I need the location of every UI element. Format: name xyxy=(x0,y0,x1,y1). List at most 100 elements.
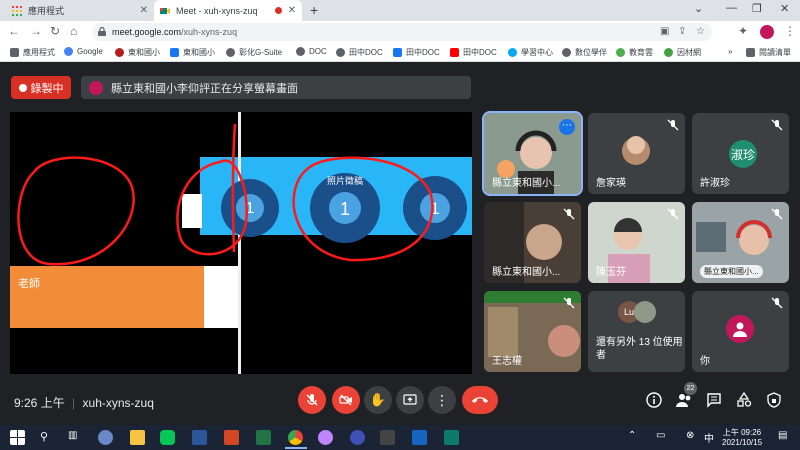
camera-icon[interactable]: ▣ xyxy=(660,26,669,37)
participant-tile[interactable]: 王志權 xyxy=(484,291,581,372)
participant-tile[interactable]: 縣立東和國小... xyxy=(484,202,581,283)
youtube-icon xyxy=(450,48,459,57)
bookmark-label: 田中DOC xyxy=(349,48,383,57)
participant-tile[interactable]: ⋯ 縣立東和國小... xyxy=(482,111,583,196)
participant-tile[interactable]: 縣立東和國小... xyxy=(692,202,789,283)
bookmark-item[interactable]: 東和國小 xyxy=(115,47,160,58)
apps-grid-icon xyxy=(12,5,22,16)
bookmark-item[interactable]: 教育雲 xyxy=(616,47,653,58)
excel-icon[interactable] xyxy=(256,430,271,445)
system-clock[interactable]: 上午 09:26 2021/10/15 xyxy=(722,428,762,448)
tab-meet[interactable]: Meet - xuh-xyns-zuq ✕ xyxy=(154,0,302,21)
bookmark-label: 東和國小 xyxy=(128,48,160,57)
participant-name: 許淑珍 xyxy=(700,178,730,189)
circle-number: 1 xyxy=(340,199,350,219)
bookmark-item[interactable]: 東和國小 xyxy=(170,47,215,58)
new-tab-button[interactable]: + xyxy=(310,2,318,18)
mic-off-icon xyxy=(667,208,679,220)
record-icon xyxy=(18,83,27,92)
toolbar: ← → ↻ ⌂ meet.google.com/xuh-xyns-zuq ▣ ⇪… xyxy=(0,21,800,43)
minimize-button[interactable]: — xyxy=(726,2,737,14)
mic-off-icon xyxy=(771,119,783,131)
bookmark-item[interactable]: DOC xyxy=(296,47,327,56)
bookmark-item[interactable]: 田中DOC xyxy=(336,47,383,58)
volume-icon[interactable]: ⊗ xyxy=(686,430,701,445)
search-icon[interactable]: ⚲ xyxy=(40,430,55,445)
notifications-icon[interactable]: ▤ xyxy=(778,430,793,445)
bookmark-item[interactable]: 數位學伴 xyxy=(562,47,607,58)
close-icon[interactable]: ✕ xyxy=(140,5,148,16)
self-tile[interactable]: 你 xyxy=(692,291,789,372)
recording-button[interactable]: 錄製中 xyxy=(11,76,71,99)
more-bookmarks-button[interactable]: » xyxy=(728,47,732,56)
bookmark-item[interactable]: 彰化G-Suite xyxy=(226,47,282,58)
leave-call-button[interactable] xyxy=(462,386,498,414)
participant-name: 縣立東和國小... xyxy=(700,265,763,278)
app-icon[interactable] xyxy=(318,430,333,445)
participant-tile[interactable]: 陳玉芬 xyxy=(588,202,685,283)
reading-list-icon xyxy=(746,48,755,57)
mic-off-icon xyxy=(563,208,575,220)
app-icon[interactable] xyxy=(412,430,427,445)
chevron-up-icon[interactable]: ⌃ xyxy=(628,430,643,445)
activities-icon[interactable] xyxy=(736,392,752,408)
powerpoint-icon[interactable] xyxy=(224,430,239,445)
windows-start-icon[interactable] xyxy=(10,430,25,445)
participant-name: 縣立東和國小... xyxy=(492,267,561,278)
info-icon[interactable] xyxy=(646,392,662,408)
present-button[interactable] xyxy=(396,386,424,414)
back-button[interactable]: ← xyxy=(8,24,20,38)
tab-apps[interactable]: 應用程式 ✕ xyxy=(6,0,154,21)
participant-tile[interactable]: 淑珍 許淑珍 xyxy=(692,113,789,194)
white-block xyxy=(204,266,238,328)
bookmark-item[interactable]: 田中DOC xyxy=(450,47,497,58)
bookmark-item[interactable]: 田中DOC xyxy=(393,47,440,58)
more-participants-tile[interactable]: Lu 還有另外 13 位使用者 xyxy=(588,291,685,372)
tab-label: Meet - xuh-xyns-zuq xyxy=(176,5,258,16)
app-icon[interactable] xyxy=(444,430,459,445)
close-icon[interactable]: ✕ xyxy=(288,5,296,16)
star-icon[interactable]: ☆ xyxy=(696,26,705,37)
url-host: meet.google.com xyxy=(112,27,182,37)
reading-list-button[interactable]: 閱讀清單 xyxy=(746,47,791,58)
tab-search-icon[interactable]: ⌄ xyxy=(694,2,703,15)
url-text: meet.google.com/xuh-xyns-zuq xyxy=(112,27,237,37)
bookmark-label: Google xyxy=(77,47,103,56)
bookmark-item[interactable]: 應用程式 xyxy=(10,47,55,58)
participant-tile[interactable]: 詹家瑛 xyxy=(588,113,685,194)
bookmark-item[interactable]: Google xyxy=(64,47,103,56)
app-icon[interactable] xyxy=(350,430,365,445)
bookmark-item[interactable]: 因材網 xyxy=(664,47,701,58)
ime-icon[interactable]: 中 xyxy=(704,430,719,445)
raise-hand-button[interactable]: ✋ xyxy=(364,386,392,414)
app-icon[interactable] xyxy=(98,430,113,445)
share-icon[interactable]: ⇪ xyxy=(678,26,686,37)
shared-slide: 1 1 照片徵稿 1 老師 xyxy=(10,112,472,374)
mic-off-icon xyxy=(667,119,679,131)
camera-toggle-button[interactable] xyxy=(332,386,360,414)
close-window-button[interactable]: ✕ xyxy=(780,2,789,15)
forward-button[interactable]: → xyxy=(30,24,42,38)
chat-icon[interactable] xyxy=(706,392,722,408)
address-bar[interactable]: meet.google.com/xuh-xyns-zuq ▣ ⇪ ☆ xyxy=(92,23,712,41)
maximize-button[interactable]: ❐ xyxy=(752,2,762,15)
bookmark-item[interactable]: 學習中心 xyxy=(508,47,553,58)
chrome-icon[interactable] xyxy=(288,430,303,445)
host-controls-icon[interactable] xyxy=(766,392,782,408)
home-button[interactable]: ⌂ xyxy=(70,24,77,38)
task-view-icon[interactable]: ▥ xyxy=(68,430,83,445)
profile-avatar[interactable] xyxy=(760,25,774,39)
display-icon[interactable]: ▭ xyxy=(656,430,671,445)
app-icon[interactable] xyxy=(380,430,395,445)
apps-grid-icon xyxy=(10,48,19,57)
word-icon[interactable] xyxy=(192,430,207,445)
more-options-icon[interactable]: ⋯ xyxy=(559,119,575,135)
reload-button[interactable]: ↻ xyxy=(50,24,60,38)
more-options-button[interactable]: ⋮ xyxy=(428,386,456,414)
mic-toggle-button[interactable] xyxy=(298,386,326,414)
file-explorer-icon[interactable] xyxy=(130,430,145,445)
line-icon[interactable] xyxy=(160,430,175,445)
meeting-code: xuh-xyns-zuq xyxy=(82,396,154,410)
menu-icon[interactable]: ⋮ xyxy=(784,24,796,38)
extensions-icon[interactable]: ✦ xyxy=(738,24,748,38)
